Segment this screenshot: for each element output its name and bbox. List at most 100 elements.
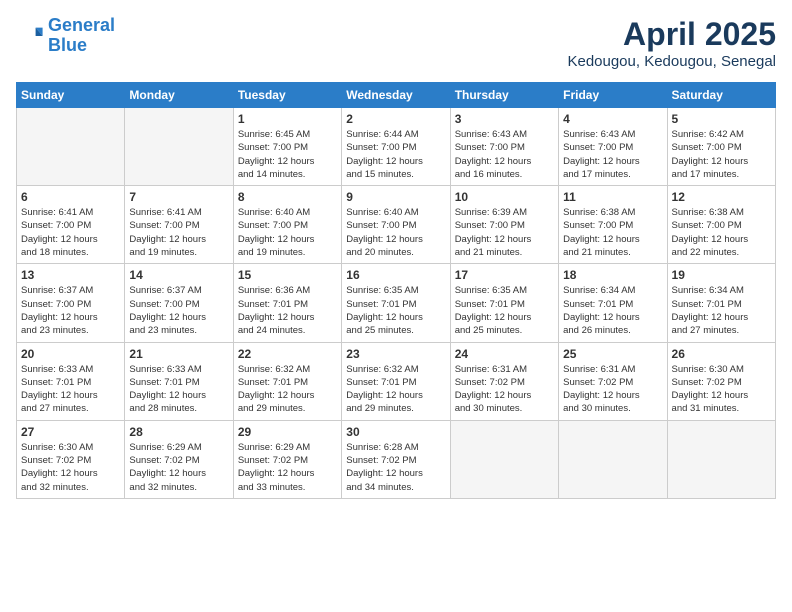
day-number: 25 — [563, 347, 662, 361]
calendar-week-row: 13 Sunrise: 6:37 AM Sunset: 7:00 PM Dayli… — [17, 264, 776, 342]
day-info: Sunrise: 6:33 AM Sunset: 7:01 PM Dayligh… — [129, 363, 228, 416]
day-info: Sunrise: 6:30 AM Sunset: 7:02 PM Dayligh… — [21, 441, 120, 494]
calendar-cell — [17, 108, 125, 186]
weekday-header: Thursday — [450, 83, 558, 108]
day-number: 16 — [346, 268, 445, 282]
calendar-cell: 3Sunrise: 6:43 AM Sunset: 7:00 PM Daylig… — [450, 108, 558, 186]
calendar-cell: 18 Sunrise: 6:34 AM Sunset: 7:01 PM Dayli… — [559, 264, 667, 342]
day-number: 1 — [238, 112, 337, 126]
day-info: Sunrise: 6:34 AM Sunset: 7:01 PM Dayligh… — [563, 284, 662, 337]
calendar-week-row: 20 Sunrise: 6:33 AM Sunset: 7:01 PM Dayli… — [17, 342, 776, 420]
weekday-header: Saturday — [667, 83, 775, 108]
day-info: Sunrise: 6:36 AM Sunset: 7:01 PM Dayligh… — [238, 284, 337, 337]
day-number: 10 — [455, 190, 554, 204]
day-info: Sunrise: 6:28 AM Sunset: 7:02 PM Dayligh… — [346, 441, 445, 494]
day-info: Sunrise: 6:40 AM Sunset: 7:00 PM Dayligh… — [346, 206, 445, 259]
day-number: 12 — [672, 190, 771, 204]
day-info: Sunrise: 6:31 AM Sunset: 7:02 PM Dayligh… — [563, 363, 662, 416]
weekday-header: Sunday — [17, 83, 125, 108]
day-number: 30 — [346, 425, 445, 439]
calendar-cell: 9 Sunrise: 6:40 AM Sunset: 7:00 PM Daylig… — [342, 186, 450, 264]
day-number: 6 — [21, 190, 120, 204]
day-number: 15 — [238, 268, 337, 282]
month-title: April 2025 — [567, 16, 776, 53]
day-info: Sunrise: 6:31 AM Sunset: 7:02 PM Dayligh… — [455, 363, 554, 416]
calendar-cell: 23 Sunrise: 6:32 AM Sunset: 7:01 PM Dayli… — [342, 342, 450, 420]
day-info: Sunrise: 6:37 AM Sunset: 7:00 PM Dayligh… — [21, 284, 120, 337]
day-number: 20 — [21, 347, 120, 361]
day-info: Sunrise: 6:45 AM Sunset: 7:00 PM Dayligh… — [238, 128, 337, 181]
calendar-cell: 24 Sunrise: 6:31 AM Sunset: 7:02 PM Dayli… — [450, 342, 558, 420]
calendar-cell: 21Sunrise: 6:33 AM Sunset: 7:01 PM Dayli… — [125, 342, 233, 420]
calendar-cell: 13 Sunrise: 6:37 AM Sunset: 7:00 PM Dayli… — [17, 264, 125, 342]
calendar-cell: 30 Sunrise: 6:28 AM Sunset: 7:02 PM Dayli… — [342, 420, 450, 498]
calendar-week-row: 1 Sunrise: 6:45 AM Sunset: 7:00 PM Daylig… — [17, 108, 776, 186]
day-info: Sunrise: 6:38 AM Sunset: 7:00 PM Dayligh… — [672, 206, 771, 259]
day-number: 13 — [21, 268, 120, 282]
day-number: 14 — [129, 268, 228, 282]
weekday-header: Wednesday — [342, 83, 450, 108]
day-number: 26 — [672, 347, 771, 361]
weekday-header-row: SundayMondayTuesdayWednesdayThursdayFrid… — [17, 83, 776, 108]
location-title: Kedougou, Kedougou, Senegal — [567, 53, 776, 70]
day-number: 28 — [129, 425, 228, 439]
calendar-cell: 11 Sunrise: 6:38 AM Sunset: 7:00 PM Dayli… — [559, 186, 667, 264]
calendar-cell: 1 Sunrise: 6:45 AM Sunset: 7:00 PM Daylig… — [233, 108, 341, 186]
calendar-cell: 6 Sunrise: 6:41 AM Sunset: 7:00 PM Daylig… — [17, 186, 125, 264]
calendar-cell — [450, 420, 558, 498]
day-number: 7 — [129, 190, 228, 204]
day-number: 9 — [346, 190, 445, 204]
day-info: Sunrise: 6:35 AM Sunset: 7:01 PM Dayligh… — [346, 284, 445, 337]
day-info: Sunrise: 6:35 AM Sunset: 7:01 PM Dayligh… — [455, 284, 554, 337]
day-info: Sunrise: 6:37 AM Sunset: 7:00 PM Dayligh… — [129, 284, 228, 337]
weekday-header: Friday — [559, 83, 667, 108]
weekday-header: Tuesday — [233, 83, 341, 108]
calendar-week-row: 27Sunrise: 6:30 AM Sunset: 7:02 PM Dayli… — [17, 420, 776, 498]
day-info: Sunrise: 6:38 AM Sunset: 7:00 PM Dayligh… — [563, 206, 662, 259]
day-number: 19 — [672, 268, 771, 282]
weekday-header: Monday — [125, 83, 233, 108]
day-info: Sunrise: 6:29 AM Sunset: 7:02 PM Dayligh… — [129, 441, 228, 494]
calendar-cell — [559, 420, 667, 498]
calendar-table: SundayMondayTuesdayWednesdayThursdayFrid… — [16, 82, 776, 499]
calendar-cell: 25 Sunrise: 6:31 AM Sunset: 7:02 PM Dayli… — [559, 342, 667, 420]
day-number: 22 — [238, 347, 337, 361]
day-number: 29 — [238, 425, 337, 439]
calendar-cell: 22 Sunrise: 6:32 AM Sunset: 7:01 PM Dayli… — [233, 342, 341, 420]
calendar-cell: 4Sunrise: 6:43 AM Sunset: 7:00 PM Daylig… — [559, 108, 667, 186]
day-info: Sunrise: 6:32 AM Sunset: 7:01 PM Dayligh… — [238, 363, 337, 416]
day-number: 5 — [672, 112, 771, 126]
day-info: Sunrise: 6:42 AM Sunset: 7:00 PM Dayligh… — [672, 128, 771, 181]
logo-icon — [16, 22, 44, 50]
day-number: 24 — [455, 347, 554, 361]
day-info: Sunrise: 6:41 AM Sunset: 7:00 PM Dayligh… — [129, 206, 228, 259]
day-number: 11 — [563, 190, 662, 204]
day-info: Sunrise: 6:41 AM Sunset: 7:00 PM Dayligh… — [21, 206, 120, 259]
calendar-cell: 14 Sunrise: 6:37 AM Sunset: 7:00 PM Dayli… — [125, 264, 233, 342]
calendar-cell: 28 Sunrise: 6:29 AM Sunset: 7:02 PM Dayli… — [125, 420, 233, 498]
calendar-cell: 19 Sunrise: 6:34 AM Sunset: 7:01 PM Dayli… — [667, 264, 775, 342]
calendar-cell: 12 Sunrise: 6:38 AM Sunset: 7:00 PM Dayli… — [667, 186, 775, 264]
day-number: 23 — [346, 347, 445, 361]
day-number: 4 — [563, 112, 662, 126]
day-info: Sunrise: 6:39 AM Sunset: 7:00 PM Dayligh… — [455, 206, 554, 259]
calendar-cell: 27Sunrise: 6:30 AM Sunset: 7:02 PM Dayli… — [17, 420, 125, 498]
logo-text: General Blue — [48, 16, 115, 56]
page-header: General Blue April 2025 Kedougou, Kedoug… — [16, 16, 776, 70]
day-info: Sunrise: 6:32 AM Sunset: 7:01 PM Dayligh… — [346, 363, 445, 416]
calendar-cell: 29Sunrise: 6:29 AM Sunset: 7:02 PM Dayli… — [233, 420, 341, 498]
calendar-cell: 8 Sunrise: 6:40 AM Sunset: 7:00 PM Daylig… — [233, 186, 341, 264]
calendar-cell — [667, 420, 775, 498]
day-number: 8 — [238, 190, 337, 204]
day-number: 2 — [346, 112, 445, 126]
calendar-week-row: 6 Sunrise: 6:41 AM Sunset: 7:00 PM Daylig… — [17, 186, 776, 264]
day-number: 18 — [563, 268, 662, 282]
calendar-cell: 20 Sunrise: 6:33 AM Sunset: 7:01 PM Dayli… — [17, 342, 125, 420]
day-info: Sunrise: 6:43 AM Sunset: 7:00 PM Dayligh… — [455, 128, 554, 181]
day-info: Sunrise: 6:34 AM Sunset: 7:01 PM Dayligh… — [672, 284, 771, 337]
day-info: Sunrise: 6:40 AM Sunset: 7:00 PM Dayligh… — [238, 206, 337, 259]
day-info: Sunrise: 6:33 AM Sunset: 7:01 PM Dayligh… — [21, 363, 120, 416]
calendar-cell: 16 Sunrise: 6:35 AM Sunset: 7:01 PM Dayli… — [342, 264, 450, 342]
day-number: 17 — [455, 268, 554, 282]
calendar-cell: 26Sunrise: 6:30 AM Sunset: 7:02 PM Dayli… — [667, 342, 775, 420]
